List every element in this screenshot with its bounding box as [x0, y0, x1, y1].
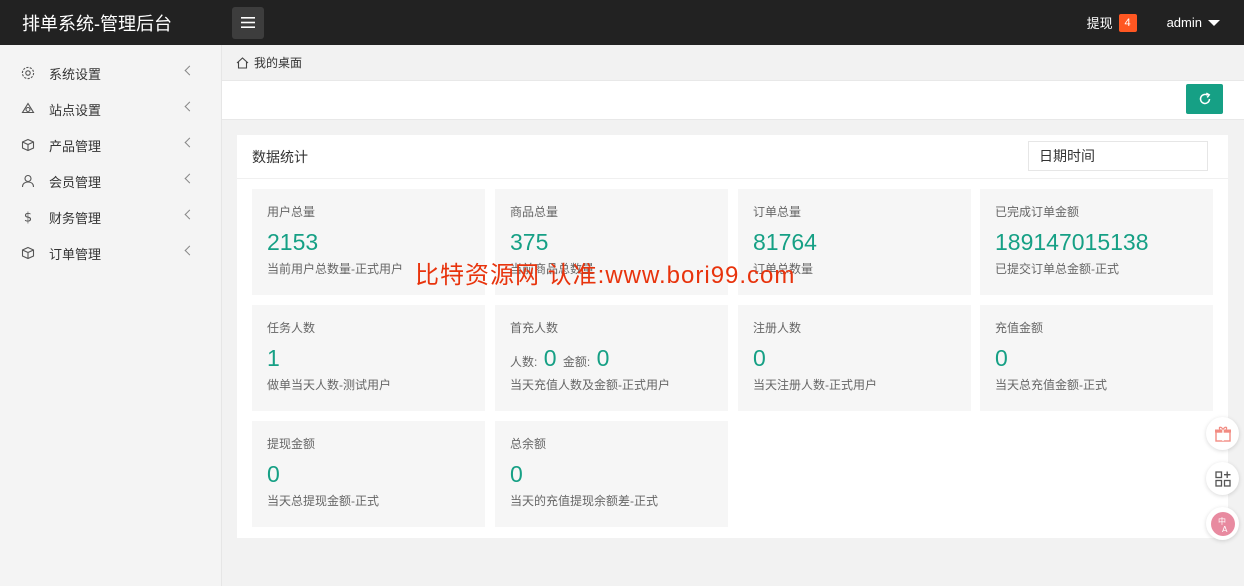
app-title: 排单系统-管理后台 — [22, 13, 172, 34]
chevron-left-icon — [184, 65, 195, 76]
card-title: 数据统计 — [252, 148, 308, 165]
stat-value: 81764 — [753, 229, 817, 255]
translate-button[interactable]: 中A — [1206, 507, 1239, 540]
stat-value: 人数: 0 金额: 0 — [510, 343, 713, 373]
stat-value: 1 — [267, 345, 280, 371]
amount-value: 0 — [596, 345, 610, 371]
dollar-icon: $ — [20, 209, 36, 225]
translate-icon: 中A — [1210, 511, 1235, 536]
stat-label: 首充人数 — [510, 321, 559, 335]
stat-task-users: 任务人数 1 做单当天人数-测试用户 — [252, 305, 485, 411]
sidebar-item-label: 财务管理 — [49, 210, 102, 226]
stat-description: 已提交订单总金额-正式 — [995, 262, 1119, 276]
withdraw-count-badge: 4 — [1118, 13, 1137, 32]
sidebar-item-label: 会员管理 — [49, 174, 102, 190]
menu-toggle-button[interactable] — [232, 6, 264, 39]
stat-value: 375 — [510, 229, 549, 255]
stat-description: 当天总提现金额-正式 — [267, 494, 379, 508]
watermark-text: 比特资源网 认准:www.bori99.com — [415, 262, 796, 289]
stat-completed-order-amount: 已完成订单金额 189147015138 已提交订单总金额-正式 — [980, 189, 1213, 295]
stat-description: 当天总充值金额-正式 — [995, 378, 1107, 392]
chevron-left-icon — [184, 137, 195, 148]
withdraw-link[interactable]: 提现 4 — [1087, 13, 1137, 32]
sidebar-item-label: 产品管理 — [49, 138, 102, 154]
chevron-left-icon — [184, 245, 195, 256]
sidebar-item-member-management[interactable]: 会员管理 — [0, 163, 221, 199]
breadcrumb-home[interactable]: 我的桌面 — [254, 54, 302, 71]
stat-withdraw-amount: 提现金额 0 当天总提现金额-正式 — [252, 421, 485, 527]
count-label: 人数: — [510, 355, 538, 369]
amount-label: 金额: — [562, 355, 591, 369]
home-icon — [236, 56, 249, 69]
chevron-left-icon — [184, 173, 195, 184]
stat-label: 注册人数 — [753, 321, 802, 335]
stat-value: 0 — [510, 461, 523, 487]
sidebar-item-finance-management[interactable]: $ 财务管理 — [0, 199, 221, 235]
stat-label: 充值金额 — [995, 321, 1044, 335]
stat-value: 0 — [995, 345, 1008, 371]
gear-icon — [20, 65, 36, 81]
stat-description: 做单当天人数-测试用户 — [267, 378, 391, 392]
card-header: 数据统计 — [237, 135, 1228, 179]
stat-label: 总余额 — [510, 437, 547, 451]
stat-label: 订单总量 — [753, 205, 802, 219]
user-menu[interactable]: admin — [1167, 15, 1220, 30]
hamburger-icon — [241, 17, 255, 28]
gift-icon — [1214, 426, 1231, 442]
sidebar-item-label: 系统设置 — [49, 66, 102, 82]
box-icon — [20, 137, 36, 153]
toolbar — [222, 80, 1244, 120]
stat-label: 已完成订单金额 — [995, 205, 1080, 219]
chevron-left-icon — [184, 101, 195, 112]
top-header: 排单系统-管理后台 提现 4 admin — [0, 0, 1244, 45]
main-content: 我的桌面 数据统计 用户总量 2153 当前用户总数量-正式用户 商品总量 37… — [222, 45, 1244, 586]
stat-recharge-amount: 充值金额 0 当天总充值金额-正式 — [980, 305, 1213, 411]
caret-down-icon — [1208, 19, 1220, 26]
stat-value: 2153 — [267, 229, 319, 255]
refresh-button[interactable] — [1186, 84, 1223, 114]
stat-value: 0 — [267, 461, 280, 487]
gift-button[interactable] — [1206, 417, 1239, 450]
apps-icon — [1214, 470, 1231, 487]
stat-value: 0 — [753, 345, 766, 371]
svg-text:A: A — [1222, 525, 1228, 534]
stat-total-balance: 总余额 0 当天的充值提现余额差-正式 — [495, 421, 728, 527]
stat-description: 当天的充值提现余额差-正式 — [510, 494, 658, 508]
sidebar-item-order-management[interactable]: 订单管理 — [0, 235, 221, 271]
stat-value: 189147015138 — [995, 229, 1149, 255]
count-value: 0 — [543, 345, 557, 371]
sidebar: 系统设置 站点设置 产品管理 会员管理 $ 财务管理 订单管理 — [0, 45, 222, 586]
withdraw-label: 提现 — [1086, 16, 1113, 31]
chevron-left-icon — [184, 209, 195, 220]
stat-label: 任务人数 — [267, 321, 316, 335]
breadcrumb: 我的桌面 — [222, 45, 1244, 80]
statistics-card: 数据统计 用户总量 2153 当前用户总数量-正式用户 商品总量 375 当前商… — [237, 135, 1228, 538]
stat-label: 提现金额 — [267, 437, 316, 451]
refresh-icon — [1199, 92, 1210, 105]
sidebar-item-label: 订单管理 — [49, 246, 102, 262]
sidebar-item-system-settings[interactable]: 系统设置 — [0, 55, 221, 91]
hub-icon — [20, 101, 36, 117]
date-time-input[interactable] — [1028, 141, 1208, 171]
sidebar-item-label: 站点设置 — [49, 102, 102, 118]
username: admin — [1166, 15, 1202, 30]
user-icon — [20, 173, 36, 189]
sidebar-item-product-management[interactable]: 产品管理 — [0, 127, 221, 163]
svg-text:$: $ — [24, 211, 32, 225]
stat-label: 用户总量 — [267, 205, 316, 219]
cube-icon — [20, 245, 36, 261]
apps-button[interactable] — [1206, 462, 1239, 495]
stat-label: 商品总量 — [510, 205, 559, 219]
stat-first-recharge: 首充人数 人数: 0 金额: 0 当天充值人数及金额-正式用户 — [495, 305, 728, 411]
stat-description: 当天充值人数及金额-正式用户 — [510, 378, 670, 392]
sidebar-item-site-settings[interactable]: 站点设置 — [0, 91, 221, 127]
stat-registered-users: 注册人数 0 当天注册人数-正式用户 — [738, 305, 971, 411]
stat-description: 当天注册人数-正式用户 — [753, 378, 877, 392]
